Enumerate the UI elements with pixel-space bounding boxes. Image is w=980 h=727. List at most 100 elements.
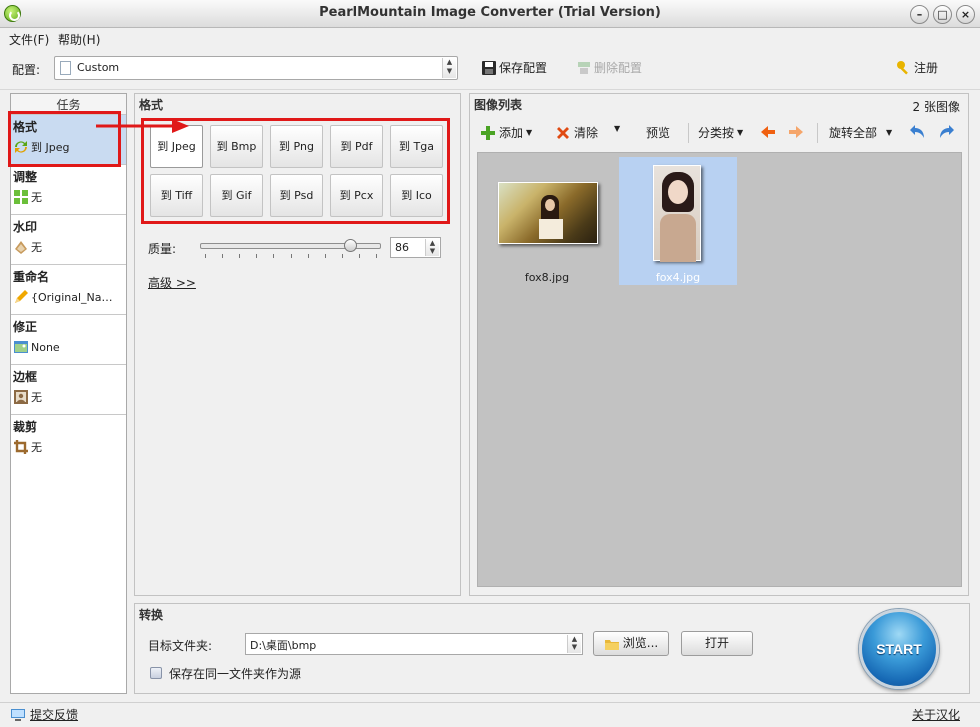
register-button[interactable]: 注册 xyxy=(896,59,938,76)
task-border[interactable]: 边框 无 xyxy=(11,364,126,414)
open-button[interactable]: 打开 xyxy=(681,631,753,656)
quality-spinner[interactable]: ▲ ▼ xyxy=(425,239,439,256)
delete-config-label: 删除配置 xyxy=(594,61,643,75)
slider-tick xyxy=(222,254,224,258)
menu-file[interactable]: 文件(F) xyxy=(9,31,49,48)
plus-icon xyxy=(481,125,495,140)
rotate-all-button[interactable]: 旋转全部 ▼ xyxy=(829,124,892,141)
image-list-title: 图像列表 xyxy=(474,98,523,112)
config-spinner[interactable]: ▲ ▼ xyxy=(442,58,456,78)
status-bar: 提交反馈 关于汉化 xyxy=(0,702,980,727)
format-tiff-button[interactable]: 到 Tiff xyxy=(150,174,203,217)
rotate-left-icon[interactable] xyxy=(910,124,926,140)
quality-slider-thumb[interactable] xyxy=(344,239,358,252)
add-dropdown-icon[interactable]: ▼ xyxy=(526,128,532,137)
delete-config-button[interactable]: 删除配置 xyxy=(576,59,642,76)
image-thumbnail-selected[interactable]: fox4.jpg xyxy=(619,157,737,285)
portrait-frame-icon xyxy=(14,390,28,404)
format-psd-button[interactable]: 到 Psd xyxy=(270,174,323,217)
image-thumbnail[interactable]: fox8.jpg xyxy=(488,157,606,285)
format-jpeg-button[interactable]: 到 Jpeg xyxy=(150,125,203,168)
slider-tick xyxy=(307,254,309,258)
slider-tick xyxy=(341,254,343,258)
destination-input[interactable]: D:\桌面\bmp ▲ ▼ xyxy=(245,633,583,655)
save-config-button[interactable]: 保存配置 xyxy=(481,59,547,76)
destination-value: D:\桌面\bmp xyxy=(250,639,317,652)
config-select[interactable]: Custom ▲ ▼ xyxy=(54,56,458,80)
title-bar: PearlMountain Image Converter (Trial Ver… xyxy=(0,0,980,28)
task-resize[interactable]: 调整 无 xyxy=(11,164,126,214)
format-png-button[interactable]: 到 Png xyxy=(270,125,323,168)
format-tga-button[interactable]: 到 Tga xyxy=(390,125,443,168)
document-icon xyxy=(60,61,71,75)
image-list-panel: 图像列表 2 张图像 添加 ▼ 清除 ▼ 预览 分类按 ▼ 旋转全部 ▼ fox… xyxy=(469,93,969,596)
format-title: 格式 xyxy=(139,98,164,112)
move-left-arrow-icon[interactable] xyxy=(760,124,776,140)
task-correct[interactable]: 修正 None xyxy=(11,314,126,364)
task-format[interactable]: 格式 到 Jpeg xyxy=(11,114,126,164)
task-value: 无 xyxy=(31,241,42,254)
same-folder-checkbox[interactable] xyxy=(150,667,162,679)
convert-panel: 转换 目标文件夹: D:\桌面\bmp ▲ ▼ 浏览... 打开 保存在同一文件夹… xyxy=(134,603,970,694)
about-link[interactable]: 关于汉化 xyxy=(912,706,960,723)
start-button[interactable]: START xyxy=(859,609,939,689)
task-title: 修正 xyxy=(13,320,38,334)
minimize-button[interactable]: – xyxy=(910,5,929,24)
rotate-all-label: 旋转全部 xyxy=(829,126,878,140)
task-watermark[interactable]: 水印 无 xyxy=(11,214,126,264)
feedback-link[interactable]: 提交反馈 xyxy=(10,706,78,723)
register-label: 注册 xyxy=(914,61,939,75)
convert-title: 转换 xyxy=(139,608,164,622)
key-icon xyxy=(897,60,908,75)
task-title: 水印 xyxy=(13,220,38,234)
clear-dropdown-icon[interactable]: ▼ xyxy=(614,124,620,133)
maximize-button[interactable]: □ xyxy=(933,5,952,24)
slider-tick xyxy=(239,254,241,258)
task-title: 边框 xyxy=(13,370,38,384)
format-ico-button[interactable]: 到 Ico xyxy=(390,174,443,217)
menu-help[interactable]: 帮助(H) xyxy=(58,31,100,48)
preview-button[interactable]: 预览 xyxy=(646,124,670,141)
format-pcx-button[interactable]: 到 Pcx xyxy=(330,174,383,217)
menu-bar: 文件(F) 帮助(H) xyxy=(0,28,980,50)
pencil-icon xyxy=(15,290,28,303)
thumbnail-area[interactable]: fox8.jpg fox4.jpg xyxy=(477,152,962,587)
add-button[interactable]: 添加 ▼ xyxy=(480,124,532,141)
add-label: 添加 xyxy=(499,126,524,140)
task-rename[interactable]: 重命名 {Original_Na… xyxy=(11,264,126,314)
sort-label: 分类按 xyxy=(698,126,735,140)
browse-button[interactable]: 浏览... xyxy=(593,631,669,656)
sort-dropdown-icon[interactable]: ▼ xyxy=(737,128,743,137)
quality-stepper[interactable]: 86 ▲ ▼ xyxy=(390,237,441,258)
task-title: 格式 xyxy=(13,120,38,134)
crop-icon xyxy=(14,440,28,454)
task-crop[interactable]: 裁剪 无 xyxy=(11,414,126,464)
quality-label: 质量: xyxy=(148,242,177,256)
close-button[interactable]: × xyxy=(956,5,975,24)
slider-tick xyxy=(256,254,258,258)
destination-dropdown[interactable]: ▲ ▼ xyxy=(567,635,581,653)
advanced-link[interactable]: 高级 >> xyxy=(148,274,196,291)
task-value: None xyxy=(31,340,60,354)
delete-config-icon xyxy=(578,61,590,74)
task-title: 裁剪 xyxy=(13,420,38,434)
format-pdf-button[interactable]: 到 Pdf xyxy=(330,125,383,168)
task-value: 无 xyxy=(31,191,42,204)
config-bar: 配置: Custom ▲ ▼ 保存配置 删除配置 注册 xyxy=(0,50,980,90)
preview-label: 预览 xyxy=(646,126,671,140)
config-value: Custom xyxy=(77,61,120,74)
rotate-dropdown-icon[interactable]: ▼ xyxy=(886,128,892,137)
image-preview xyxy=(498,182,598,244)
task-value: 无 xyxy=(31,441,42,454)
rotate-right-icon[interactable] xyxy=(938,124,954,140)
task-value: {Original_Na… xyxy=(31,290,113,304)
task-header: 任务 xyxy=(11,94,126,114)
task-title: 重命名 xyxy=(13,270,50,284)
move-right-arrow-icon[interactable] xyxy=(788,124,804,140)
clear-button[interactable]: 清除 xyxy=(555,124,598,141)
format-gif-button[interactable]: 到 Gif xyxy=(210,174,263,217)
sort-button[interactable]: 分类按 ▼ xyxy=(698,124,743,141)
feedback-label: 提交反馈 xyxy=(30,708,79,722)
format-bmp-button[interactable]: 到 Bmp xyxy=(210,125,263,168)
clear-label: 清除 xyxy=(574,126,599,140)
